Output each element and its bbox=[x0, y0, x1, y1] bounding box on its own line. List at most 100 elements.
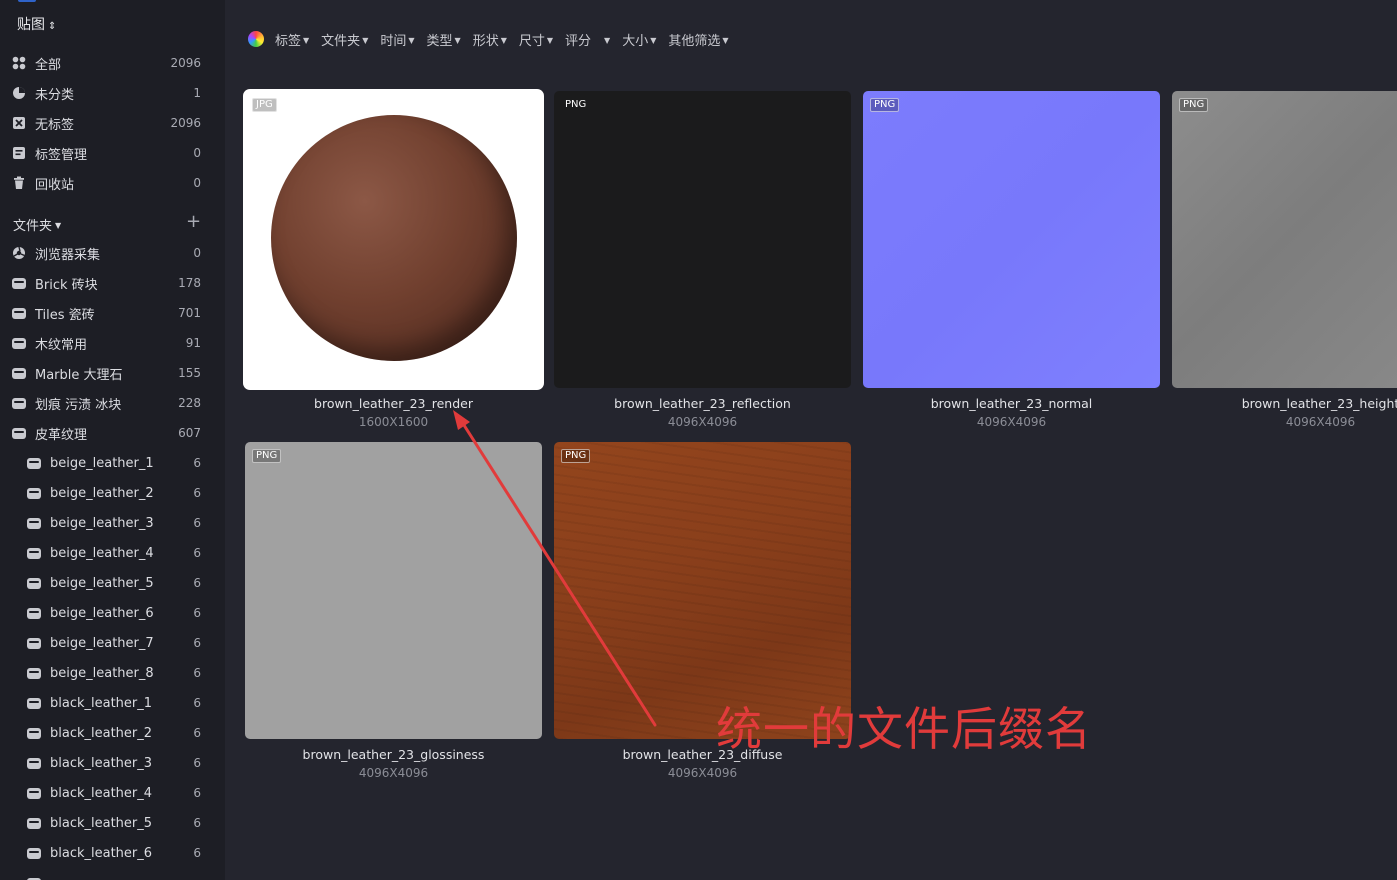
nav-all[interactable]: 全部 2096 bbox=[0, 48, 225, 78]
folder-icon bbox=[12, 336, 26, 350]
file-type-badge: JPG bbox=[252, 98, 277, 112]
folder-icon bbox=[27, 696, 41, 710]
folder-marble[interactable]: Marble 大理石 155 bbox=[0, 358, 225, 388]
subfolder-count: 6 bbox=[193, 756, 201, 770]
subfolder-item[interactable]: black_leather_6 6 bbox=[0, 838, 225, 868]
caret-down-icon: ▼ bbox=[55, 221, 62, 230]
nav-tag-manage[interactable]: 标签管理 0 bbox=[0, 138, 225, 168]
sidebar: 贴图⇕ 全部 2096 未分类 1 无标签 2096 标签管理 0 回收站 0 bbox=[0, 0, 225, 880]
filter-other[interactable]: 其他筛选 ▼ bbox=[668, 30, 728, 49]
subfolder-label: beige_leather_3 bbox=[50, 515, 154, 531]
folder-icon bbox=[27, 636, 41, 650]
filter-label: 评分 bbox=[565, 33, 592, 49]
filter-time[interactable]: 时间 ▼ bbox=[380, 30, 414, 49]
caret-down-icon: ▼ bbox=[546, 35, 554, 45]
filter-label: 文件夹 bbox=[321, 33, 361, 49]
nav-trash[interactable]: 回收站 0 bbox=[0, 168, 225, 198]
subfolder-item[interactable]: black_leather_2 6 bbox=[0, 718, 225, 748]
subfolder-item[interactable]: black_leather_3 6 bbox=[0, 748, 225, 778]
app-logo bbox=[18, 0, 36, 2]
library-title: 贴图 bbox=[17, 17, 45, 33]
asset-dimensions: 4096X4096 bbox=[667, 766, 738, 780]
folder-icon bbox=[27, 876, 41, 880]
folder-browser-collect[interactable]: 浏览器采集 0 bbox=[0, 238, 225, 268]
subfolder-count: 6 bbox=[193, 486, 201, 500]
thumbnail[interactable]: PNG bbox=[1172, 91, 1397, 388]
filter-label: 尺寸 bbox=[518, 33, 545, 49]
folder-count: 0 bbox=[193, 246, 201, 260]
subfolder-label: black_leather_5 bbox=[50, 815, 153, 831]
asset-name: brown_leather_23_render bbox=[314, 396, 473, 411]
filter-file-size[interactable]: 大小 ▼ bbox=[622, 30, 656, 49]
nav-label: 无标签 bbox=[35, 117, 75, 133]
annotation-text: 统一的文件后缀名 bbox=[716, 702, 1092, 756]
nav-count: 0 bbox=[193, 146, 201, 160]
nav-label: 全部 bbox=[35, 57, 62, 73]
subfolder-item[interactable]: beige_leather_3 6 bbox=[0, 508, 225, 538]
filter-rating[interactable]: 评分 ▼ bbox=[565, 30, 610, 49]
subfolder-label: beige_leather_6 bbox=[50, 605, 154, 621]
subfolder-item[interactable]: beige_leather_4 6 bbox=[0, 538, 225, 568]
file-type-badge: PNG bbox=[252, 449, 282, 463]
subfolder-count: 6 bbox=[193, 696, 201, 710]
folder-icon bbox=[27, 756, 41, 770]
asset-name: brown_leather_23_glossiness bbox=[302, 747, 485, 762]
subfolder-count: 6 bbox=[193, 456, 201, 470]
folders-title: 文件夹 bbox=[13, 219, 53, 234]
folder-brick[interactable]: Brick 砖块 178 bbox=[0, 268, 225, 298]
filter-shape[interactable]: 形状 ▼ bbox=[473, 30, 507, 49]
filter-tags[interactable]: 标签 ▼ bbox=[275, 30, 309, 49]
folder-wood[interactable]: 木纹常用 91 bbox=[0, 328, 225, 358]
subfolder-label: black_leather_3 bbox=[50, 755, 153, 771]
folder-leather[interactable]: 皮革纹理 607 bbox=[0, 418, 225, 448]
folder-tiles[interactable]: Tiles 瓷砖 701 bbox=[0, 298, 225, 328]
folder-label: 浏览器采集 bbox=[35, 247, 101, 263]
thumbnail[interactable]: JPG bbox=[245, 91, 542, 388]
asset-name: brown_leather_23_reflection bbox=[614, 396, 791, 411]
sort-arrows-icon: ⇕ bbox=[48, 21, 57, 32]
thumbnail[interactable]: PNG bbox=[863, 91, 1160, 388]
filter-label: 标签 bbox=[275, 33, 302, 49]
color-filter-icon[interactable] bbox=[248, 31, 264, 47]
asset-dimensions: 1600X1600 bbox=[358, 415, 429, 429]
caret-down-icon: ▼ bbox=[408, 35, 415, 45]
caret-down-icon: ▼ bbox=[650, 35, 657, 45]
folder-count: 701 bbox=[178, 306, 201, 320]
folder-count: 228 bbox=[178, 396, 201, 410]
nav-untagged[interactable]: 无标签 2096 bbox=[0, 108, 225, 138]
nav-uncategorized[interactable]: 未分类 1 bbox=[0, 78, 225, 108]
tag-manage-icon bbox=[12, 146, 26, 160]
thumbnail[interactable]: PNG bbox=[554, 91, 851, 388]
folder-icon bbox=[27, 576, 41, 590]
caret-down-icon: ▼ bbox=[362, 35, 369, 45]
subfolder-item[interactable]: beige_leather_5 6 bbox=[0, 568, 225, 598]
library-switcher[interactable]: 贴图 ⇕ bbox=[17, 14, 56, 34]
subfolder-label: black_leather_2 bbox=[50, 725, 153, 741]
asset-dimensions: 4096X4096 bbox=[358, 766, 429, 780]
subfolder-item[interactable]: beige_leather_2 6 bbox=[0, 478, 225, 508]
subfolder-item[interactable]: black_leather_5 6 bbox=[0, 808, 225, 838]
subfolder-label: black_leather_4 bbox=[50, 785, 153, 801]
folder-label: Marble 大理石 bbox=[35, 367, 123, 383]
subfolder-item[interactable]: beige_leather_7 6 bbox=[0, 628, 225, 658]
subfolder-item[interactable]: beige_leather_8 6 bbox=[0, 658, 225, 688]
subfolder-item[interactable]: beige_leather_6 6 bbox=[0, 598, 225, 628]
subfolder-label: beige_leather_8 bbox=[50, 665, 154, 681]
add-folder-icon[interactable]: + bbox=[186, 212, 201, 232]
folder-icon bbox=[27, 816, 41, 830]
subfolder-count: 6 bbox=[193, 846, 201, 860]
subfolder-item[interactable]: beige_leather_1 6 bbox=[0, 448, 225, 478]
folders-section-toggle[interactable]: 文件夹 ▼ bbox=[13, 215, 61, 234]
browser-collect-icon bbox=[12, 246, 26, 260]
folder-scratches[interactable]: 划痕 污渍 冰块 228 bbox=[0, 388, 225, 418]
thumbnail[interactable]: PNG bbox=[245, 442, 542, 739]
subfolder-item-partial[interactable] bbox=[0, 868, 225, 880]
subfolder-item[interactable]: black_leather_4 6 bbox=[0, 778, 225, 808]
filter-type[interactable]: 类型 ▼ bbox=[427, 30, 461, 49]
subfolder-count: 6 bbox=[193, 606, 201, 620]
filter-folder[interactable]: 文件夹 ▼ bbox=[321, 30, 368, 49]
filter-size-dims[interactable]: 尺寸 ▼ bbox=[519, 30, 553, 49]
filter-bar: 标签 ▼ 文件夹 ▼ 时间 ▼ 类型 ▼ 形状 ▼ 尺寸 ▼ 评分 ▼ 大小 ▼ 其他筛选 ▼ bbox=[248, 28, 741, 50]
subfolder-count: 6 bbox=[193, 726, 201, 740]
subfolder-item[interactable]: black_leather_1 6 bbox=[0, 688, 225, 718]
